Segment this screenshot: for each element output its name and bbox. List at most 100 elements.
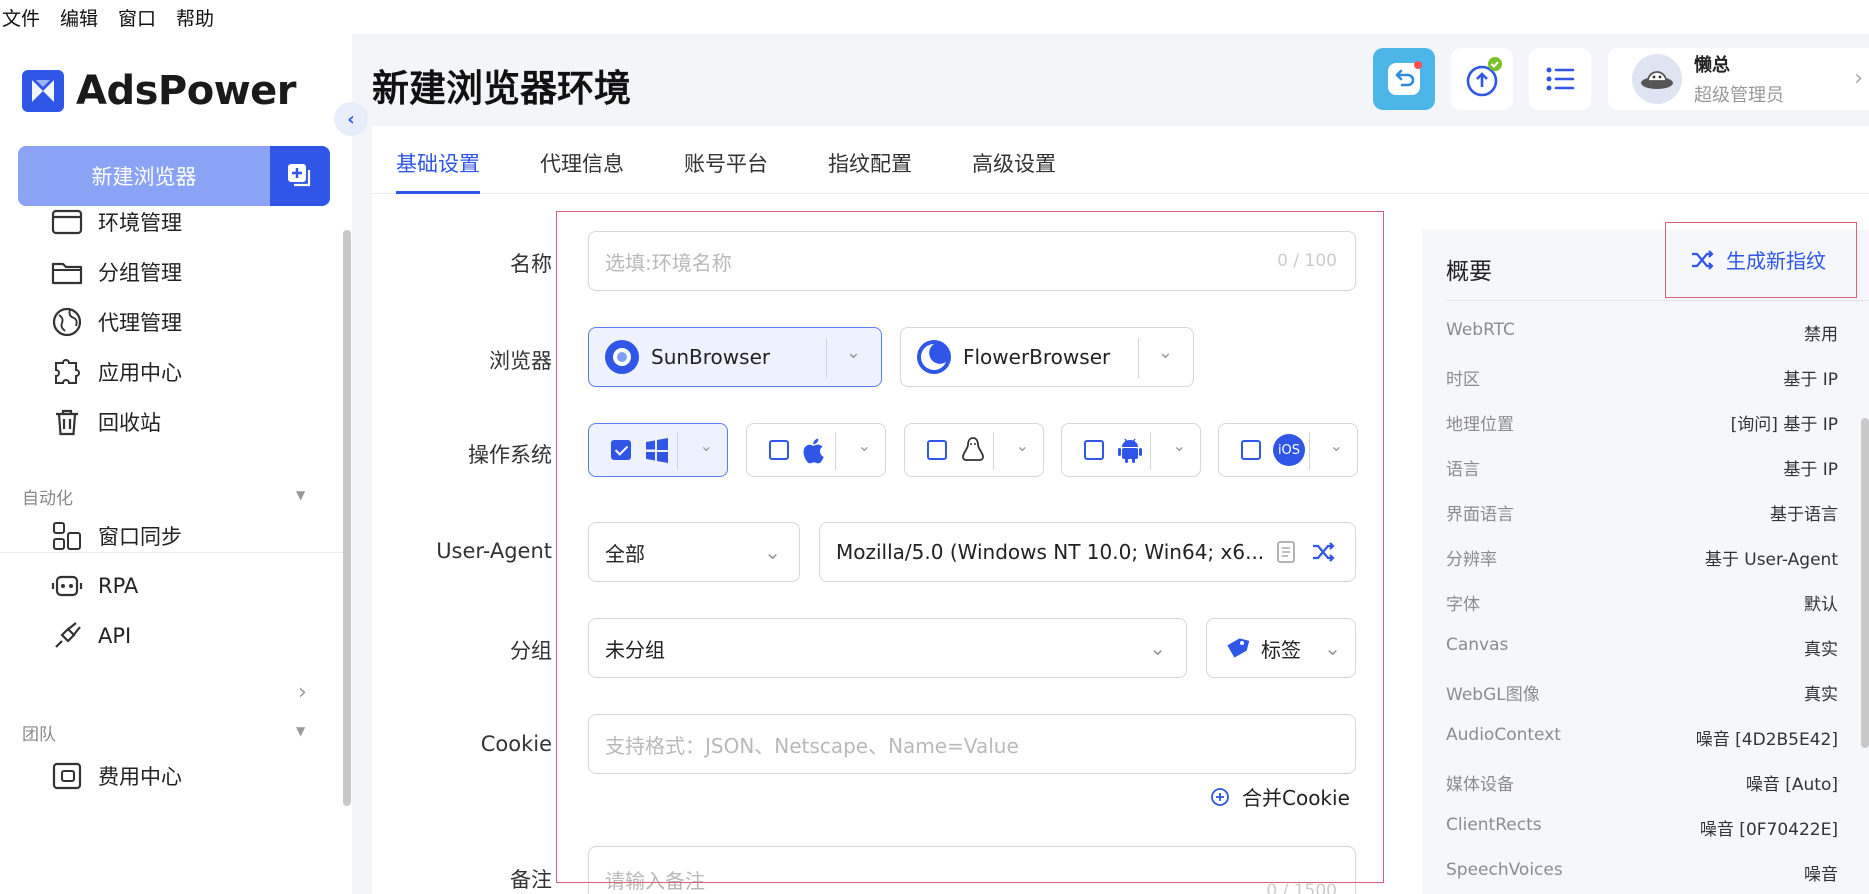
browser-option-flowerbrowser[interactable]: FlowerBrowser ⌄ <box>900 327 1194 387</box>
tab-proxy-info[interactable]: 代理信息 <box>540 148 624 178</box>
chevron-down-icon: ⌄ <box>1149 636 1166 660</box>
overview-row: Canvas 真实 <box>1446 635 1838 660</box>
chevron-down-icon[interactable]: ⌄ <box>700 436 713 455</box>
task-list-button[interactable] <box>1529 48 1591 110</box>
menu-file[interactable]: 文件 <box>2 4 40 31</box>
chevron-down-icon[interactable]: ⌄ <box>1016 436 1029 455</box>
os-windows-checkbox[interactable] <box>611 440 631 460</box>
note-textarea[interactable]: 请输入备注 0 / 1500 <box>588 846 1356 894</box>
os-ios-checkbox[interactable] <box>1241 440 1261 460</box>
group-select[interactable]: 未分组 ⌄ <box>588 618 1187 678</box>
menu-help[interactable]: 帮助 <box>176 4 214 31</box>
note-placeholder: 请输入备注 <box>605 869 705 893</box>
whats-new-button[interactable] <box>1373 48 1435 110</box>
user-agent-label: User-Agent <box>436 539 552 563</box>
sidebar: AdsPower 新建浏览器 环境管理 分组管理 代理管理 应用中心 回收站 自… <box>0 34 352 894</box>
chevron-down-icon[interactable]: ⌄ <box>1330 436 1343 455</box>
sidebar-item-api[interactable]: API <box>50 616 131 656</box>
overview-row: 分辨率 基于 User-Agent <box>1446 550 1838 570</box>
section-automation-title[interactable]: 自动化 <box>22 484 73 509</box>
sidebar-item-label: 环境管理 <box>98 211 182 235</box>
shuffle-icon[interactable] <box>1311 540 1337 564</box>
overview-row: 时区 基于 IP <box>1446 370 1838 390</box>
sidebar-item-rpa[interactable]: RPA <box>50 566 138 606</box>
chevron-down-icon[interactable]: ⌄ <box>1158 342 1173 363</box>
tag-icon <box>1227 638 1250 658</box>
document-icon[interactable] <box>1275 540 1297 564</box>
sidebar-item-proxy[interactable]: 代理管理 <box>50 302 182 342</box>
sidebar-item-group[interactable]: 分组管理 <box>50 252 182 292</box>
menu-edit[interactable]: 编辑 <box>60 4 98 31</box>
tab-account-platform[interactable]: 账号平台 <box>684 148 768 178</box>
new-browser-button[interactable]: 新建浏览器 <box>18 146 270 206</box>
regenerate-fingerprint-link[interactable]: 生成新指纹 <box>1690 245 1826 274</box>
folder-icon <box>51 262 83 285</box>
billing-icon <box>52 762 82 790</box>
overview-row: 界面语言 基于语言 <box>1446 505 1838 525</box>
chevron-down-icon[interactable]: ⌄ <box>846 342 861 363</box>
tab-basic-settings[interactable]: 基础设置 <box>396 148 480 178</box>
user-agent-filter-value: 全部 <box>605 541 645 566</box>
menu-window[interactable]: 窗口 <box>118 4 156 31</box>
tab-advanced-settings[interactable]: 高级设置 <box>972 148 1056 178</box>
browser-option-label: FlowerBrowser <box>963 345 1111 369</box>
tag-label: 标签 <box>1261 637 1301 662</box>
plus-circle-icon <box>1211 787 1229 806</box>
undo-badge-icon <box>1388 61 1422 95</box>
browser-window-icon <box>51 209 83 235</box>
regenerate-fingerprint-label: 生成新指纹 <box>1726 249 1826 273</box>
sidebar-item-window-sync[interactable]: 窗口同步 <box>50 516 182 556</box>
merge-cookie-button[interactable]: 合并Cookie <box>1210 782 1350 811</box>
overview-title: 概要 <box>1446 259 1492 285</box>
linux-icon <box>962 437 984 461</box>
tag-select[interactable]: 标签 ⌄ <box>1206 618 1356 678</box>
chevron-down-icon[interactable]: ⌄ <box>1173 436 1186 455</box>
overview-scrollbar[interactable] <box>1861 418 1869 748</box>
cookie-input[interactable]: 支持格式：JSON、Netscape、Name=Value <box>588 714 1356 774</box>
sidebar-item-trash[interactable]: 回收站 <box>50 402 161 442</box>
avatar <box>1632 54 1682 104</box>
tab-bar: 基础设置 代理信息 账号平台 指纹配置 高级设置 <box>372 126 1869 194</box>
user-agent-filter-select[interactable]: 全部 ⌄ <box>588 522 800 582</box>
chevron-down-icon[interactable]: ⌄ <box>858 436 871 455</box>
env-name-input[interactable]: 选填:环境名称 0 / 100 <box>588 231 1356 291</box>
os-option-mac[interactable]: ⌄ <box>746 423 886 477</box>
cookie-placeholder: 支持格式：JSON、Netscape、Name=Value <box>605 733 1019 758</box>
sidebar-item-billing[interactable]: 费用中心 <box>50 756 182 796</box>
divider <box>1446 300 1869 301</box>
sidebar-item-label: 费用中心 <box>98 765 182 789</box>
upload-sync-button[interactable] <box>1451 48 1513 110</box>
os-option-ios[interactable]: iOS ⌄ <box>1218 423 1358 477</box>
overview-row: 字体 默认 <box>1446 595 1838 615</box>
browser-option-sunbrowser[interactable]: SunBrowser ⌄ <box>588 327 882 387</box>
os-option-windows[interactable]: ⌄ <box>588 423 728 477</box>
os-android-checkbox[interactable] <box>1084 440 1104 460</box>
overview-row: SpeechVoices 噪音 <box>1446 860 1838 885</box>
chevron-right-icon[interactable]: › <box>298 680 307 705</box>
user-agent-input[interactable]: Mozilla/5.0 (Windows NT 10.0; Win64; x6.… <box>819 522 1356 582</box>
new-browser-button-group: 新建浏览器 <box>18 146 330 206</box>
os-linux-checkbox[interactable] <box>927 440 947 460</box>
caret-down-icon[interactable]: ▼ <box>296 488 305 502</box>
collapse-sidebar-button[interactable]: ‹ <box>334 102 368 136</box>
sidebar-item-label: 应用中心 <box>98 361 182 385</box>
adspower-logo-icon <box>22 70 64 112</box>
divider <box>677 432 678 470</box>
os-option-linux[interactable]: ⌄ <box>904 423 1044 477</box>
os-option-android[interactable]: ⌄ <box>1061 423 1201 477</box>
list-icon <box>1546 67 1575 91</box>
sidebar-scrollbar[interactable] <box>343 230 351 806</box>
upload-sync-icon <box>1466 57 1502 97</box>
sidebar-item-apps[interactable]: 应用中心 <box>50 352 182 392</box>
os-mac-checkbox[interactable] <box>769 440 789 460</box>
caret-down-icon[interactable]: ▼ <box>296 724 305 738</box>
batch-add-button[interactable] <box>270 146 330 206</box>
regenerate-fingerprint-button[interactable]: 生成新指纹 <box>1665 222 1857 298</box>
tab-fingerprint-config[interactable]: 指纹配置 <box>828 148 912 178</box>
overview-row: 地理位置 [询问] 基于 IP <box>1446 415 1838 435</box>
chevron-down-icon: ⌄ <box>764 540 781 564</box>
section-team-title[interactable]: 团队 <box>22 720 56 745</box>
sidebar-item-env[interactable]: 环境管理 <box>50 202 182 242</box>
windows-icon <box>646 438 668 463</box>
user-menu[interactable]: 懒总 超级管理员 › <box>1608 48 1869 110</box>
